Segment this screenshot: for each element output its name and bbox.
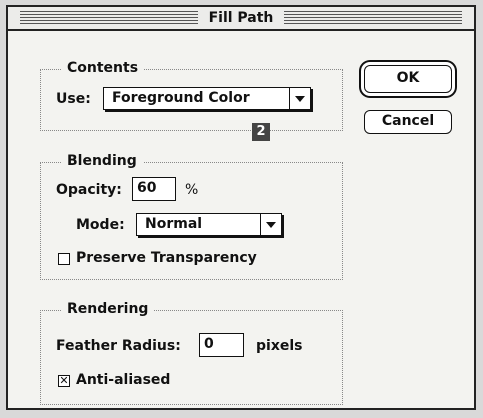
mode-label: Mode: [76, 217, 125, 233]
mode-popup[interactable]: Normal [136, 213, 282, 236]
use-popup-value: Foreground Color [112, 90, 250, 106]
cancel-button[interactable]: Cancel [364, 110, 452, 134]
contents-group-label: Contents [61, 60, 145, 76]
use-popup[interactable]: Foreground Color [103, 87, 311, 110]
fill-path-dialog: Fill Path Contents Use: Foreground Color… [6, 5, 476, 410]
dialog-title: Fill Path [198, 10, 284, 26]
mode-popup-value: Normal [145, 216, 203, 232]
title-bar[interactable]: Fill Path [8, 7, 474, 31]
chevron-down-icon [266, 222, 276, 228]
feather-radius-label: Feather Radius: [56, 338, 181, 354]
preserve-transparency-label[interactable]: Preserve Transparency [76, 249, 257, 267]
rendering-group-label: Rendering [61, 301, 155, 317]
feather-radius-field[interactable]: 0 [199, 333, 244, 357]
chevron-down-icon [295, 96, 305, 102]
anti-aliased-checkbox[interactable]: ✕ [58, 375, 70, 387]
blending-group-label: Blending [61, 153, 143, 169]
callout-badge: 2 [252, 123, 270, 141]
preserve-transparency-checkbox[interactable] [58, 253, 70, 265]
mode-popup-arrow [260, 214, 281, 235]
use-popup-arrow [289, 88, 310, 109]
anti-aliased-label[interactable]: Anti-aliased [76, 371, 170, 389]
ok-button[interactable]: OK [364, 65, 452, 93]
opacity-label: Opacity: [56, 182, 122, 198]
opacity-field[interactable]: 60 [132, 177, 176, 201]
feather-radius-unit: pixels [256, 338, 303, 354]
opacity-unit: % [185, 182, 199, 198]
rendering-group: Rendering [40, 301, 343, 405]
use-label: Use: [56, 91, 91, 107]
